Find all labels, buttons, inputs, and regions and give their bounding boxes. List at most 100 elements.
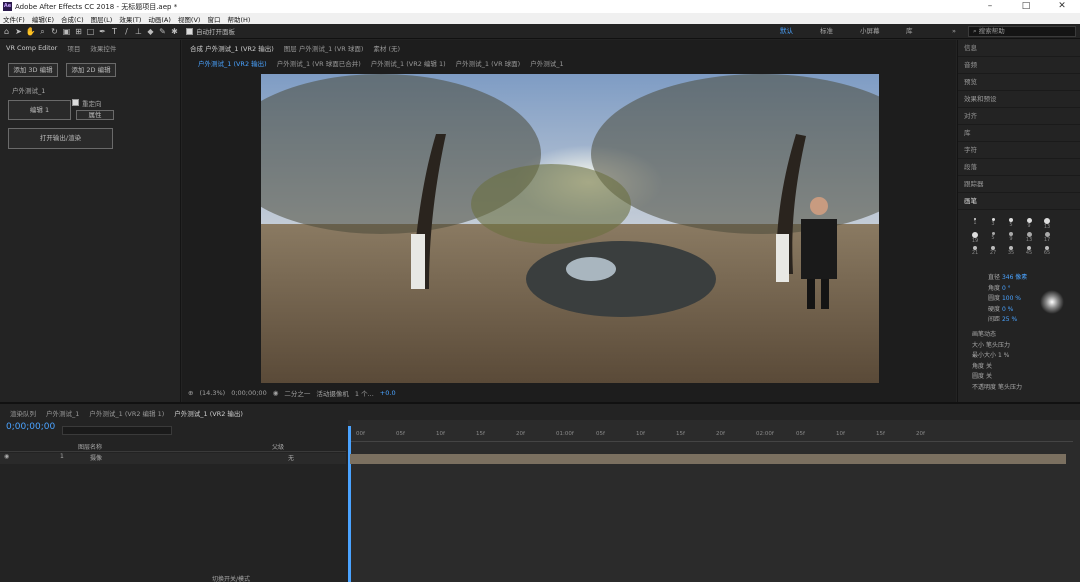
panel-info[interactable]: 信息 <box>958 40 1080 57</box>
hand-tool-icon[interactable]: ✋ <box>25 26 36 37</box>
brush-panel-title[interactable]: 画笔 <box>958 193 1080 210</box>
brush-preset[interactable]: 9 <box>1002 232 1020 244</box>
camera-tool-icon[interactable]: ▣ <box>61 26 72 37</box>
menu-window[interactable]: 窗口 <box>207 14 220 24</box>
panel-align[interactable]: 对齐 <box>958 108 1080 125</box>
menu-view[interactable]: 视图(V) <box>178 14 201 24</box>
roundness-value[interactable]: 100 % <box>1002 295 1021 302</box>
angle2-select[interactable]: 关 <box>986 363 992 370</box>
clone-tool-icon[interactable]: ⊥ <box>133 26 144 37</box>
flow-item[interactable]: 户外测试_1 (VR2 编辑 1) <box>371 58 446 68</box>
brush-preset[interactable]: 5 <box>1002 218 1020 230</box>
rotate-tool-icon[interactable]: ↻ <box>49 26 60 37</box>
magnifier-icon[interactable]: ⊕ <box>188 389 193 397</box>
roto-tool-icon[interactable]: ✎ <box>157 26 168 37</box>
brush-preset[interactable]: 19 <box>966 232 984 244</box>
angle-value[interactable]: 0 ° <box>1002 285 1011 292</box>
roundness2-select[interactable]: 关 <box>986 373 992 380</box>
brush-preset[interactable]: 5 <box>984 232 1002 244</box>
flow-item[interactable]: 户外测试_1 (VR2 输出) <box>198 58 267 68</box>
menu-edit[interactable]: 编辑(E) <box>32 14 54 24</box>
panel-library[interactable]: 库 <box>958 125 1080 142</box>
close-icon[interactable]: ✕ <box>1044 0 1080 13</box>
tab-comp-vr2-edit[interactable]: 户外测试_1 (VR2 编辑 1) <box>89 408 164 418</box>
tab-comp-1[interactable]: 户外测试_1 <box>46 408 79 418</box>
panel-character[interactable]: 字符 <box>958 142 1080 159</box>
hardness-value[interactable]: 0 % <box>1002 306 1013 313</box>
playhead[interactable] <box>348 426 351 582</box>
timecode-display[interactable]: 0;00;00;00 <box>231 389 267 397</box>
workspace-default[interactable]: 默认 <box>780 24 793 39</box>
brush-tool-icon[interactable]: / <box>121 26 132 37</box>
eraser-tool-icon[interactable]: ◆ <box>145 26 156 37</box>
active-camera-select[interactable]: 活动摄像机 <box>316 388 349 398</box>
brush-preset[interactable]: 17 <box>1038 232 1056 244</box>
panel-preview[interactable]: 预览 <box>958 74 1080 91</box>
zoom-tool-icon[interactable]: ⌕ <box>37 26 48 37</box>
tab-layer[interactable]: 图层 户外测试_1 (VR 球面) <box>284 43 364 53</box>
zoom-level[interactable]: (14.3%) <box>199 389 225 397</box>
tab-footage[interactable]: 素材 (无) <box>373 43 400 53</box>
time-ruler[interactable]: 00f 05f 10f 15f 20f 01:00f 05f 10f 15f 2… <box>348 428 1073 442</box>
vr-panorama-image[interactable] <box>261 74 879 383</box>
brush-preset[interactable]: 1 <box>966 218 984 230</box>
menu-layer[interactable]: 图层(L) <box>91 14 113 24</box>
menu-animation[interactable]: 动画(A) <box>148 14 171 24</box>
flow-item[interactable]: 户外测试_1 <box>530 58 563 68</box>
open-output-render-button[interactable]: 打开输出/渲染 <box>8 128 113 149</box>
brush-preset[interactable]: 3 <box>984 218 1002 230</box>
diameter-value[interactable]: 346 像素 <box>1002 274 1027 281</box>
menu-effect[interactable]: 效果(T) <box>119 14 141 24</box>
brush-preset[interactable]: 13 <box>1020 232 1038 244</box>
pen-tool-icon[interactable]: ✒ <box>97 26 108 37</box>
type-tool-icon[interactable]: T <box>109 26 120 37</box>
panel-tracker[interactable]: 跟踪器 <box>958 176 1080 193</box>
brush-preset[interactable]: 27 <box>984 246 1002 256</box>
workspace-small-screen[interactable]: 小屏幕 <box>860 24 880 39</box>
menu-composition[interactable]: 合成(C) <box>61 14 84 24</box>
table-row[interactable]: ◉ 1 摄像 无 <box>0 453 346 464</box>
panel-paragraph[interactable]: 段落 <box>958 159 1080 176</box>
tab-effect-controls[interactable]: 效果控件 <box>90 43 116 53</box>
toggle-switches-modes[interactable]: 切换开关/模式 <box>212 574 250 582</box>
auto-open-checkbox[interactable] <box>186 27 193 35</box>
menu-help[interactable]: 帮助(H) <box>227 14 250 24</box>
search-help-input[interactable]: ⌕ 搜索帮助 <box>968 26 1076 37</box>
panel-audio[interactable]: 音频 <box>958 57 1080 74</box>
tab-render-queue[interactable]: 渲染队列 <box>10 408 36 418</box>
views-select[interactable]: 1 个... <box>355 388 374 398</box>
reorient-checkbox[interactable] <box>72 99 79 106</box>
menu-file[interactable]: 文件(F) <box>3 14 25 24</box>
resolution-select[interactable]: 二分之一 <box>284 388 310 398</box>
brush-preset[interactable]: 13 <box>1038 218 1056 230</box>
brush-preset[interactable]: 35 <box>1002 246 1020 256</box>
workspace-standard[interactable]: 标准 <box>820 24 833 39</box>
tab-comp-vr2-output[interactable]: 户外测试_1 (VR2 输出) <box>174 408 243 418</box>
parent-select[interactable]: 无 <box>288 453 294 462</box>
puppet-tool-icon[interactable]: ✱ <box>169 26 180 37</box>
camera-snapshot-icon[interactable]: ◉ <box>273 389 279 397</box>
min-size-value[interactable]: 1 % <box>998 352 1009 359</box>
pan-behind-tool-icon[interactable]: ⊞ <box>73 26 84 37</box>
workspace-menu-icon[interactable]: » <box>952 24 956 39</box>
tab-vr-comp-editor[interactable]: VR Comp Editor <box>6 44 57 52</box>
opacity-select[interactable]: 笔头压力 <box>998 384 1022 391</box>
size-select[interactable]: 笔头压力 <box>986 342 1010 349</box>
layer-name[interactable]: 摄像 <box>90 453 102 462</box>
edit-1-button[interactable]: 编辑 1 <box>8 100 71 120</box>
brush-preset[interactable]: 65 <box>1038 246 1056 256</box>
tab-project[interactable]: 项目 <box>67 43 80 53</box>
tab-composition[interactable]: 合成 户外测试_1 (VR2 输出) <box>190 43 274 53</box>
minimize-icon[interactable]: – <box>972 0 1008 13</box>
rectangle-tool-icon[interactable]: □ <box>85 26 96 37</box>
layer-duration-bar[interactable] <box>350 454 1066 464</box>
brush-preset[interactable]: 9 <box>1020 218 1038 230</box>
flow-item[interactable]: 户外测试_1 (VR 球面已合并) <box>277 58 361 68</box>
panel-effects-presets[interactable]: 效果和预设 <box>958 91 1080 108</box>
properties-button[interactable]: 属性 <box>76 110 114 120</box>
layer-search-input[interactable] <box>62 426 172 435</box>
maximize-icon[interactable]: □ <box>1008 0 1044 13</box>
selection-tool-icon[interactable]: ➤ <box>13 26 24 37</box>
current-timecode[interactable]: 0;00;00;00 <box>6 422 55 432</box>
exposure-value[interactable]: +0.0 <box>380 389 396 397</box>
